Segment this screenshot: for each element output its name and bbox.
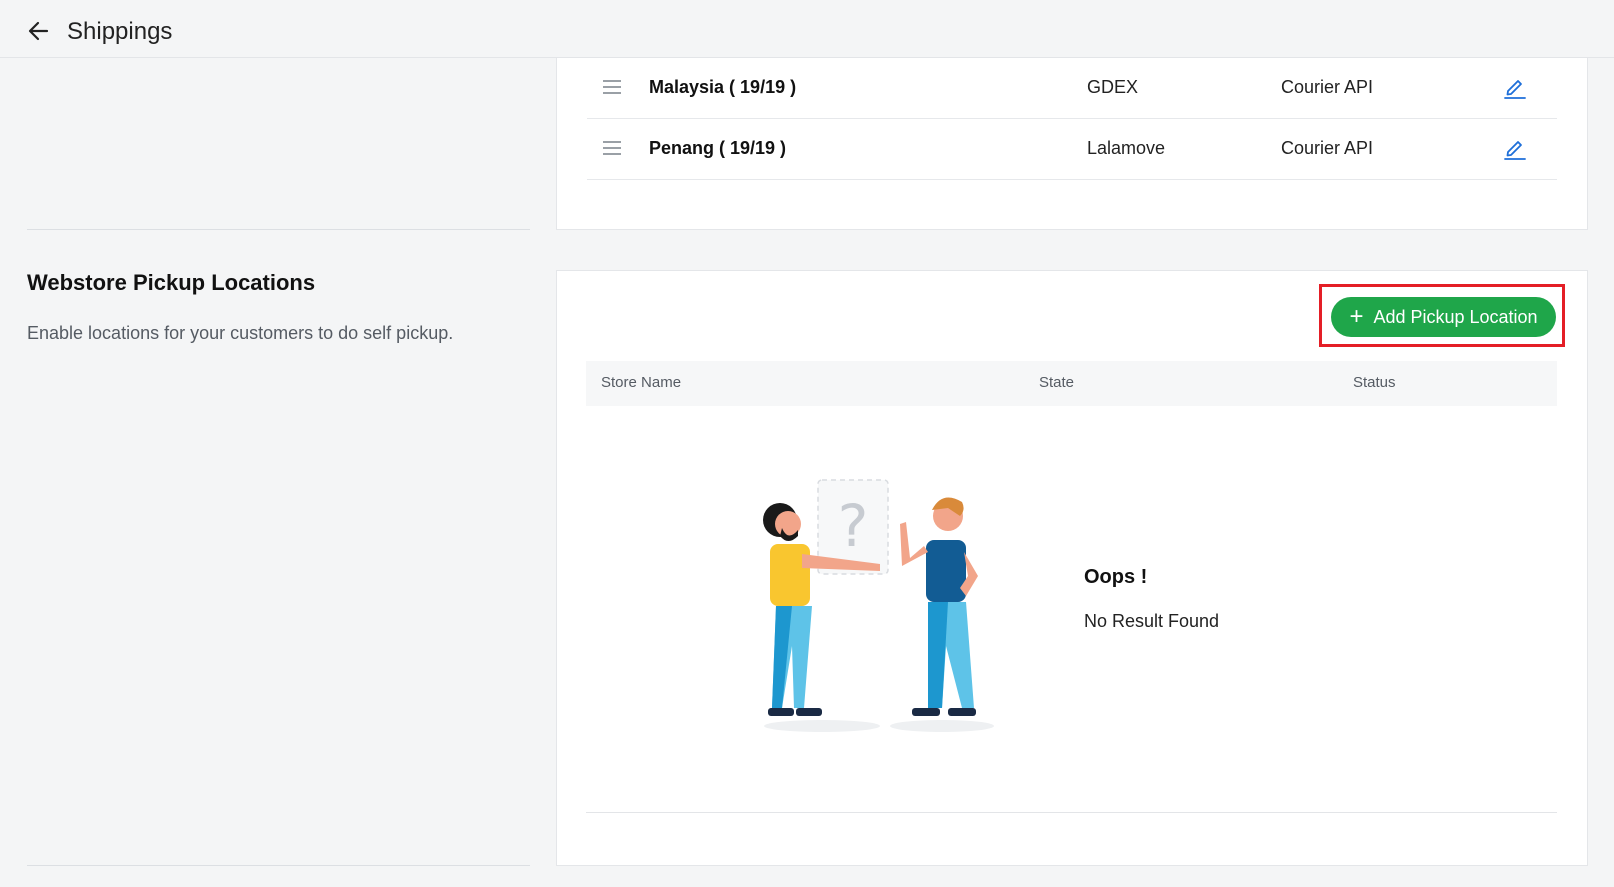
section-divider xyxy=(27,229,530,230)
empty-state-message: No Result Found xyxy=(1084,611,1220,631)
edit-button[interactable] xyxy=(1502,135,1528,161)
add-pickup-location-button[interactable]: + Add Pickup Location xyxy=(1331,297,1556,337)
column-header-store-name: Store Name xyxy=(601,374,682,391)
back-button[interactable] xyxy=(26,18,52,44)
zone-method: Courier API xyxy=(1281,138,1374,158)
drag-handle-icon[interactable] xyxy=(603,141,621,155)
pickup-locations-card xyxy=(556,270,1588,866)
empty-state-illustration: ? xyxy=(752,476,1002,736)
edit-button[interactable] xyxy=(1502,74,1528,100)
zone-name: Malaysia ( 19/19 ) xyxy=(649,77,797,97)
page-header: Shippings xyxy=(0,0,1614,58)
zone-name: Penang ( 19/19 ) xyxy=(649,138,787,158)
empty-state-title: Oops ! xyxy=(1084,566,1148,588)
section-title: Webstore Pickup Locations xyxy=(27,270,316,295)
table-header: Store Name State Status xyxy=(586,361,1557,406)
page-title: Shippings xyxy=(67,18,173,45)
section-description: Enable locations for your customers to d… xyxy=(27,323,454,343)
column-header-status: Status xyxy=(1353,374,1396,391)
zone-method: Courier API xyxy=(1281,77,1374,97)
arrow-left-icon xyxy=(28,21,49,41)
zone-provider: Lalamove xyxy=(1087,138,1166,158)
shipping-zones-card: Malaysia ( 19/19 ) GDEX Courier API Pena… xyxy=(556,58,1588,230)
table-row: Malaysia ( 19/19 ) GDEX Courier API xyxy=(587,58,1557,119)
pencil-icon xyxy=(1504,141,1526,160)
section-divider xyxy=(27,865,530,866)
table-bottom-divider xyxy=(586,812,1557,813)
add-pickup-location-label: Add Pickup Location xyxy=(1373,306,1538,327)
table-row: Penang ( 19/19 ) Lalamove Courier API xyxy=(587,119,1557,180)
zone-provider: GDEX xyxy=(1087,77,1139,97)
svg-text:?: ? xyxy=(838,492,869,560)
plus-icon: + xyxy=(1349,303,1364,330)
column-header-state: State xyxy=(1039,374,1075,391)
pencil-icon xyxy=(1504,80,1526,99)
drag-handle-icon[interactable] xyxy=(603,80,621,94)
